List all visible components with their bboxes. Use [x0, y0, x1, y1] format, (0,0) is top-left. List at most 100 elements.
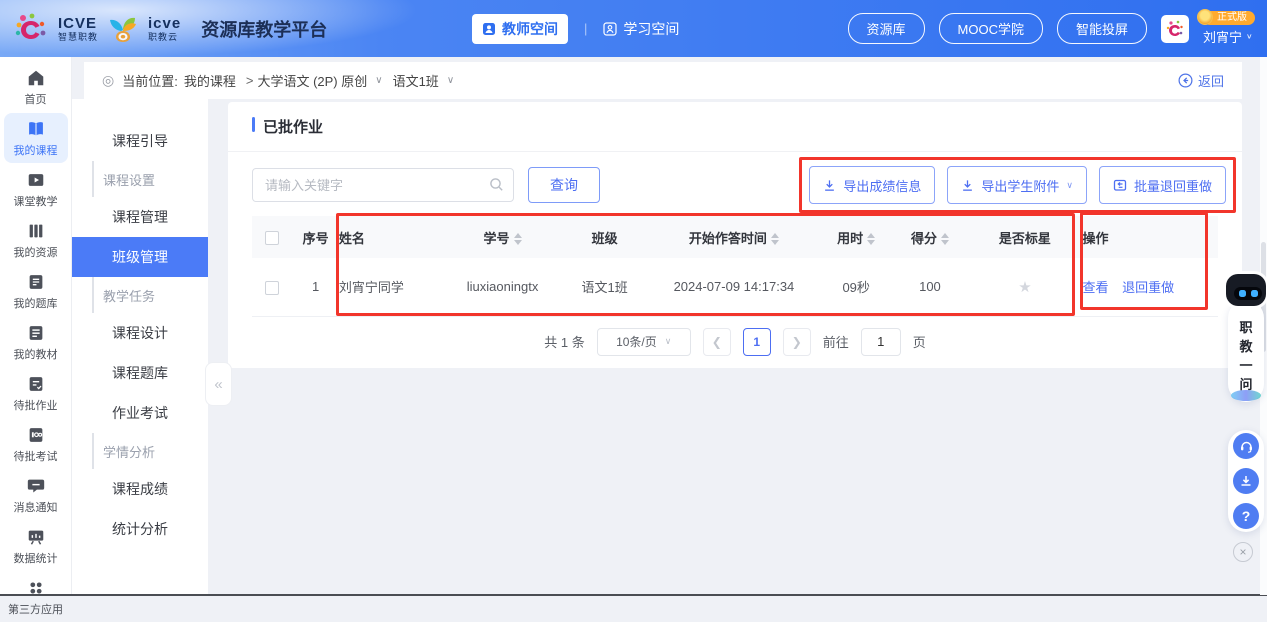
menu-item-class-management[interactable]: 班级管理	[72, 237, 208, 277]
rail-item-question-bank[interactable]: 我的题库	[4, 266, 68, 316]
home-icon	[26, 68, 46, 88]
ai-assistant-robot-icon[interactable]	[1224, 270, 1267, 310]
help-button[interactable]: ?	[1233, 503, 1259, 529]
star-icon[interactable]: ★	[1018, 279, 1031, 296]
rail-item-label: 我的题库	[14, 295, 58, 311]
assistant-widget[interactable]: 职 教 一 问	[1228, 300, 1264, 402]
brand-secondary-sub: 职教云	[148, 33, 181, 42]
rail-item-label: 消息通知	[14, 499, 58, 515]
rail-item-textbooks[interactable]: 我的教材	[4, 317, 68, 367]
breadcrumb-root[interactable]: 我的课程	[184, 71, 236, 90]
next-page-button[interactable]: ❯	[783, 328, 811, 356]
textbook-icon	[26, 323, 46, 343]
select-all-checkbox[interactable]	[265, 231, 279, 245]
export-attachments-button[interactable]: 导出学生附件 ∨	[947, 166, 1087, 204]
view-link[interactable]: 查看	[1083, 280, 1109, 295]
rail-item-my-courses[interactable]: 我的课程	[4, 113, 68, 163]
sidebar-collapse-button[interactable]: «	[205, 362, 232, 406]
rail-item-label: 待批作业	[14, 397, 58, 413]
brand-primary-name: ICVE	[58, 16, 98, 31]
brand-secondary-name: icve	[148, 16, 181, 31]
assistant-wave-decoration	[1231, 390, 1261, 401]
batch-return-button[interactable]: 批量退回重做	[1099, 166, 1226, 204]
student-space-icon	[603, 22, 617, 36]
menu-item-course-design[interactable]: 课程设计	[72, 313, 208, 353]
course-dropdown-caret-icon[interactable]: ∨	[375, 75, 382, 86]
customer-service-button[interactable]	[1233, 433, 1259, 459]
menu-item-course-question-bank[interactable]: 课程题库	[72, 353, 208, 393]
icve-logo-icon	[14, 12, 48, 46]
sort-icon[interactable]	[867, 233, 875, 245]
rail-item-messages[interactable]: 消息通知	[4, 470, 68, 520]
video-icon	[26, 170, 46, 190]
rail-item-home[interactable]: 首页	[4, 62, 68, 112]
graded-homework-panel: 已批作业 查询 导出成绩信息 导出学生附件 ∨ 批量退回重做	[228, 102, 1242, 368]
download-icon	[823, 179, 836, 192]
page-button-1[interactable]: 1	[743, 328, 771, 356]
resource-library-button[interactable]: 资源库	[848, 13, 925, 44]
cell-index: 1	[292, 258, 338, 316]
menu-section-course-settings: 课程设置	[92, 161, 208, 197]
search-input[interactable]	[252, 168, 514, 202]
location-pin-icon: ◎	[102, 72, 114, 89]
sort-icon[interactable]	[771, 233, 779, 245]
sort-icon[interactable]	[514, 233, 522, 245]
rail-item-pending-homework[interactable]: 待批作业	[4, 368, 68, 418]
menu-item-statistical-analysis[interactable]: 统计分析	[72, 509, 208, 549]
rail-item-classroom[interactable]: 课堂教学	[4, 164, 68, 214]
book-icon	[26, 119, 46, 139]
column-header-duration: 用时	[820, 216, 893, 258]
batch-return-label: 批量退回重做	[1134, 176, 1212, 195]
download-icon	[961, 179, 974, 192]
version-badge: 正式版	[1203, 11, 1255, 25]
user-menu[interactable]: 正式版 刘宵宁 ∨	[1203, 11, 1255, 46]
menu-item-homework-exam[interactable]: 作业考试	[72, 393, 208, 433]
breadcrumb-course[interactable]: 大学语文 (2P) 原创	[257, 71, 367, 90]
customer-service-icon	[1239, 439, 1254, 454]
back-button[interactable]: 返回	[1178, 71, 1224, 90]
mooc-college-button[interactable]: MOOC学院	[939, 13, 1043, 44]
page-size-select[interactable]: 10条/页 ∨	[597, 328, 691, 356]
download-cloud-icon	[1239, 474, 1253, 488]
message-icon	[26, 476, 46, 496]
nav-student-space[interactable]: 学习空间	[603, 19, 679, 39]
help-icon: ?	[1242, 508, 1251, 524]
export-scores-button[interactable]: 导出成绩信息	[809, 166, 935, 204]
prev-page-button[interactable]: ❮	[703, 328, 731, 356]
column-header-score: 得分	[893, 216, 968, 258]
search-icon	[489, 177, 504, 192]
download-center-button[interactable]	[1233, 468, 1259, 494]
rail-item-pending-exams[interactable]: 待批考试	[4, 419, 68, 469]
section-title: 已批作业	[252, 116, 323, 137]
teacher-space-icon	[482, 22, 496, 36]
window-bottom-edge	[0, 594, 1267, 596]
chevron-down-icon: ∨	[665, 336, 672, 347]
row-checkbox[interactable]	[265, 281, 279, 295]
table-row: 1 刘宵宁同学 liuxiaoningtx 语文1班 2024-07-09 14…	[252, 258, 1218, 316]
menu-item-course-grades[interactable]: 课程成绩	[72, 469, 208, 509]
chevron-down-icon: ∨	[1066, 180, 1073, 191]
avatar[interactable]	[1161, 15, 1189, 43]
sort-icon[interactable]	[941, 233, 949, 245]
rail-item-third-party-apps[interactable]: 第三方应用	[4, 572, 68, 622]
query-button[interactable]: 查询	[528, 167, 600, 203]
floating-toolbar: ?	[1228, 430, 1264, 532]
export-toolbar: 导出成绩信息 导出学生附件 ∨ 批量退回重做	[809, 166, 1226, 204]
breadcrumb-separator: >	[246, 73, 254, 88]
close-widget-button[interactable]: ×	[1233, 542, 1253, 562]
rail-item-statistics[interactable]: 数据统计	[4, 521, 68, 571]
goto-page-input[interactable]	[861, 328, 901, 356]
class-dropdown-caret-icon[interactable]: ∨	[447, 75, 454, 86]
rail-item-my-resources[interactable]: 我的资源	[4, 215, 68, 265]
assistant-label-char: 一	[1239, 356, 1252, 375]
smart-cast-button[interactable]: 智能投屏	[1057, 13, 1147, 44]
rail-item-label: 第三方应用	[8, 601, 63, 617]
nav-teacher-space[interactable]: 教师空间	[472, 14, 568, 44]
menu-item-course-guide[interactable]: 课程引导	[72, 121, 208, 161]
breadcrumb-class[interactable]: 语文1班	[393, 71, 439, 90]
return-redo-link[interactable]: 退回重做	[1122, 280, 1174, 295]
menu-item-course-management[interactable]: 课程管理	[72, 197, 208, 237]
column-header-class: 班级	[561, 216, 648, 258]
cell-class: 语文1班	[561, 258, 648, 316]
icon-rail: 首页 我的课程 课堂教学 我的资源 我的题库 我的教材 待批作业 待批考试 消息…	[0, 57, 72, 595]
